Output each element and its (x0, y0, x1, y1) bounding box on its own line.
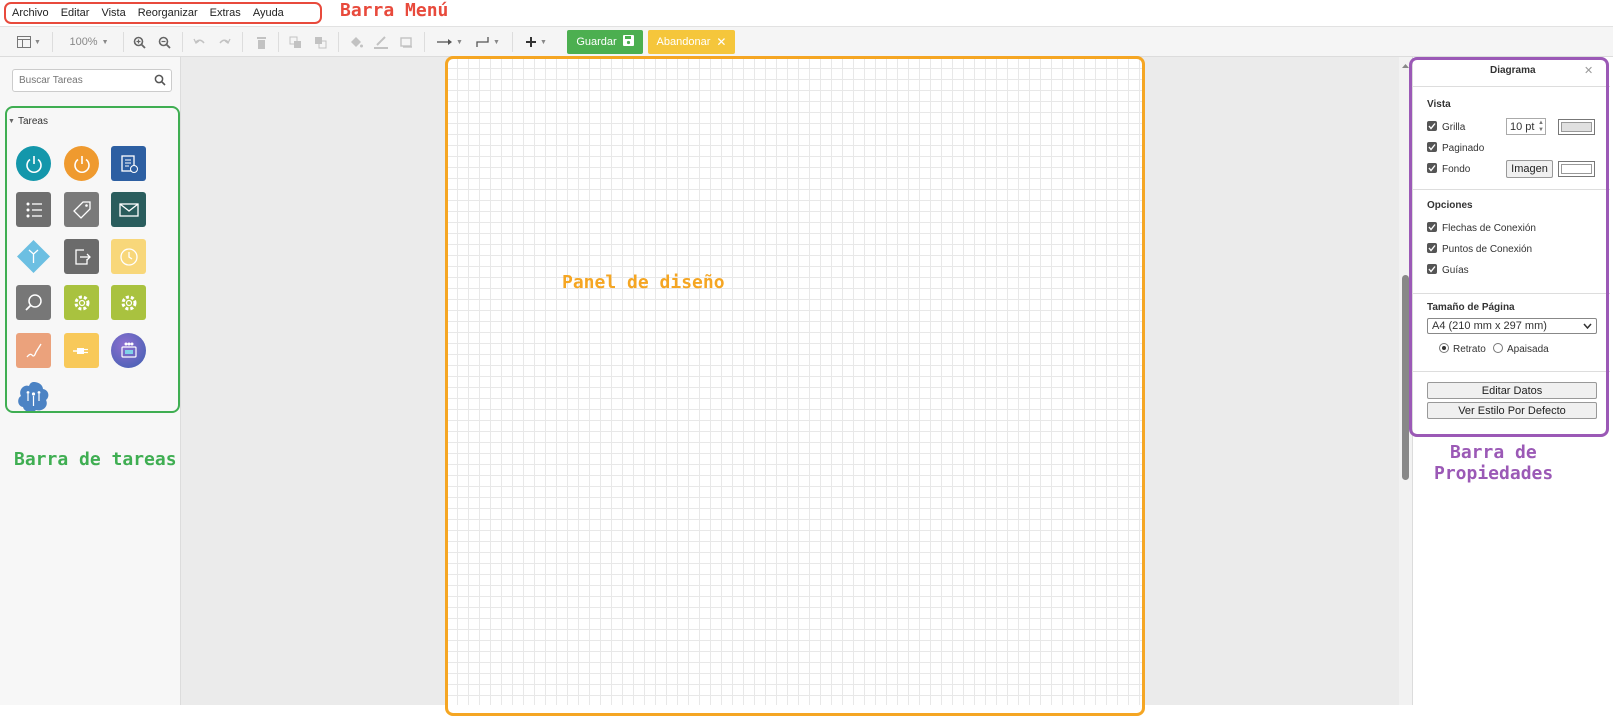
shadow-button[interactable] (397, 33, 415, 51)
toolbar-divider (52, 32, 53, 52)
save-button[interactable]: Guardar (567, 30, 643, 54)
redo-icon (218, 37, 231, 47)
undo-button[interactable] (190, 33, 208, 51)
chevron-down-icon: ▼ (34, 38, 41, 46)
plus-icon (525, 36, 537, 48)
zoom-in-icon (133, 36, 146, 49)
annotation-properties-line2: Propiedades (1434, 463, 1554, 484)
annotation-design-panel: Panel de diseño (562, 272, 725, 293)
fill-color-button[interactable] (347, 33, 365, 51)
close-icon: ✕ (716, 35, 727, 49)
to-front-icon (289, 36, 302, 49)
search-input[interactable] (13, 70, 149, 90)
to-front-button[interactable] (286, 33, 304, 51)
search-box[interactable] (12, 69, 172, 92)
zoom-out-icon (158, 36, 171, 49)
annotation-tasks: Barra de tareas (14, 449, 177, 470)
undo-icon (192, 37, 206, 47)
annotation-menu: Barra Menú (340, 0, 449, 21)
menu-highlight-box (4, 2, 322, 24)
toolbar: ▼ 100% ▼ ▼ ▼ ▼ Guardar Abandonar ✕ (0, 26, 1613, 57)
insert-button[interactable]: ▼ (521, 33, 551, 51)
toolbar-divider (338, 32, 339, 52)
pencil-icon (374, 35, 388, 49)
floppy-disk-icon (622, 35, 634, 49)
trash-icon (256, 36, 267, 49)
orthogonal-edge-icon (476, 36, 490, 48)
connection-style-button[interactable]: ▼ (435, 33, 465, 51)
toolbar-divider (182, 32, 183, 52)
tasks-highlight-box (5, 106, 180, 413)
chevron-down-icon: ▼ (540, 38, 547, 46)
zoom-in-button[interactable] (130, 33, 148, 51)
annotation-properties-line1: Barra de (1450, 442, 1537, 463)
toolbar-divider (278, 32, 279, 52)
zoom-out-button[interactable] (155, 33, 173, 51)
paint-bucket-icon (349, 36, 363, 49)
toolbar-divider (512, 32, 513, 52)
toolbar-divider (424, 32, 425, 52)
format-panel-toggle[interactable]: ▼ (14, 33, 44, 51)
scrollbar-thumb[interactable] (1402, 275, 1409, 480)
waypoints-button[interactable]: ▼ (473, 33, 503, 51)
to-back-button[interactable] (311, 33, 329, 51)
toolbar-divider (242, 32, 243, 52)
design-panel-highlight-box (445, 56, 1145, 716)
shadow-icon (399, 36, 413, 48)
chevron-down-icon: ▼ (493, 38, 500, 46)
discard-label: Abandonar (656, 36, 711, 48)
toolbar-divider (123, 32, 124, 52)
save-label: Guardar (576, 36, 617, 48)
properties-highlight-box (1409, 57, 1609, 437)
to-back-icon (314, 36, 327, 49)
zoom-value: 100% (69, 36, 98, 48)
layout-panel-icon (17, 36, 32, 48)
chevron-down-icon: ▼ (101, 38, 109, 46)
arrow-right-icon (437, 38, 453, 46)
search-icon[interactable] (154, 74, 166, 89)
zoom-select[interactable]: 100% ▼ (64, 33, 114, 51)
delete-button[interactable] (252, 33, 270, 51)
redo-button[interactable] (215, 33, 233, 51)
line-color-button[interactable] (372, 33, 390, 51)
discard-button[interactable]: Abandonar ✕ (648, 30, 735, 54)
chevron-down-icon: ▼ (456, 38, 463, 46)
